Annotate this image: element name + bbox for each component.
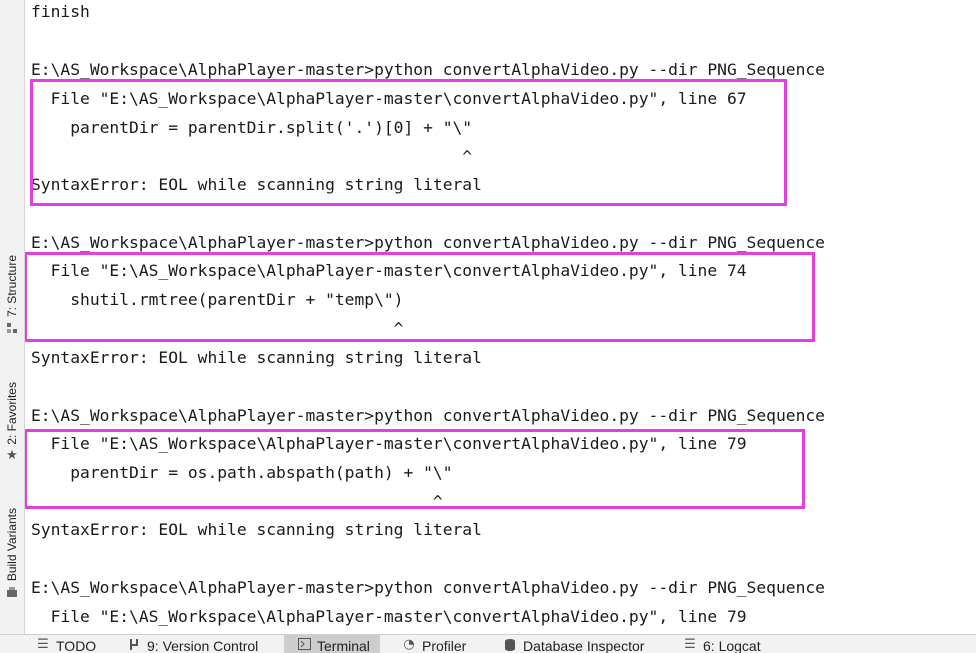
tab-profiler[interactable]: ◔ Profiler	[402, 635, 466, 653]
terminal-line: finish	[31, 2, 90, 21]
tab-terminal-label: Terminal	[317, 638, 370, 653]
tab-database-inspector[interactable]: Database Inspector	[503, 635, 644, 653]
terminal-line: ^	[31, 319, 404, 338]
tab-structure[interactable]: 7: Structure	[0, 255, 24, 335]
tab-favorites-label: 2: Favorites	[5, 382, 19, 445]
terminal-line: File "E:\AS_Workspace\AlphaPlayer-master…	[31, 434, 747, 453]
build-variants-icon	[5, 585, 19, 599]
tab-version-control-label: 9: Version Control	[147, 638, 259, 653]
tab-database-inspector-label: Database Inspector	[523, 638, 645, 653]
tab-version-control[interactable]: 9: Version Control	[127, 635, 258, 653]
terminal-line: SyntaxError: EOL while scanning string l…	[31, 348, 482, 367]
tab-profiler-label: Profiler	[422, 638, 467, 653]
terminal-output[interactable]: finish E:\AS_Workspace\AlphaPlayer-maste…	[25, 0, 976, 634]
list-icon: ☰	[37, 637, 49, 652]
terminal-line: E:\AS_Workspace\AlphaPlayer-master>pytho…	[31, 60, 825, 79]
logcat-icon: ☰	[684, 637, 696, 652]
tab-structure-label: 7: Structure	[5, 255, 19, 318]
terminal-line: SyntaxError: EOL while scanning string l…	[31, 175, 482, 194]
bottom-tool-bar: ☰ TODO 9: Version Control Terminal ◔ Pro…	[0, 634, 976, 653]
terminal-line: ^	[31, 147, 473, 166]
terminal-line: File "E:\AS_Workspace\AlphaPlayer-master…	[31, 89, 747, 108]
star-icon: ★	[6, 447, 18, 463]
branch-icon	[127, 638, 141, 652]
terminal-line: File "E:\AS_Workspace\AlphaPlayer-master…	[31, 607, 747, 626]
terminal-line: SyntaxError: EOL while scanning string l…	[31, 520, 482, 539]
tab-build-variants[interactable]: Build Variants	[0, 508, 24, 599]
tab-build-variants-label: Build Variants	[5, 508, 19, 582]
ide-window: 7: Structure 2: Favorites ★ Build Varian…	[0, 0, 976, 653]
terminal-line: parentDir = parentDir.split('.')[0] + "\…	[31, 118, 473, 137]
terminal-icon	[297, 638, 311, 652]
left-tool-strip: 7: Structure 2: Favorites ★ Build Varian…	[0, 0, 25, 634]
terminal-line: E:\AS_Workspace\AlphaPlayer-master>pytho…	[31, 233, 825, 252]
tab-logcat[interactable]: ☰ 6: Logcat	[683, 635, 761, 653]
terminal-line: E:\AS_Workspace\AlphaPlayer-master>pytho…	[31, 578, 825, 597]
tab-favorites[interactable]: 2: Favorites ★	[0, 382, 24, 463]
tab-todo[interactable]: ☰ TODO	[36, 635, 96, 653]
terminal-line: E:\AS_Workspace\AlphaPlayer-master>pytho…	[31, 406, 825, 425]
tab-terminal[interactable]: Terminal	[284, 635, 380, 653]
tab-todo-label: TODO	[56, 638, 97, 653]
database-icon	[503, 638, 517, 652]
terminal-line: File "E:\AS_Workspace\AlphaPlayer-master…	[31, 261, 747, 280]
tab-logcat-label: 6: Logcat	[703, 638, 761, 653]
terminal-line: shutil.rmtree(parentDir + "temp\")	[31, 290, 404, 309]
gauge-icon: ◔	[403, 637, 415, 652]
terminal-line: parentDir = os.path.abspath(path) + "\"	[31, 463, 453, 482]
terminal-line: ^	[31, 492, 443, 511]
structure-icon	[5, 321, 19, 335]
